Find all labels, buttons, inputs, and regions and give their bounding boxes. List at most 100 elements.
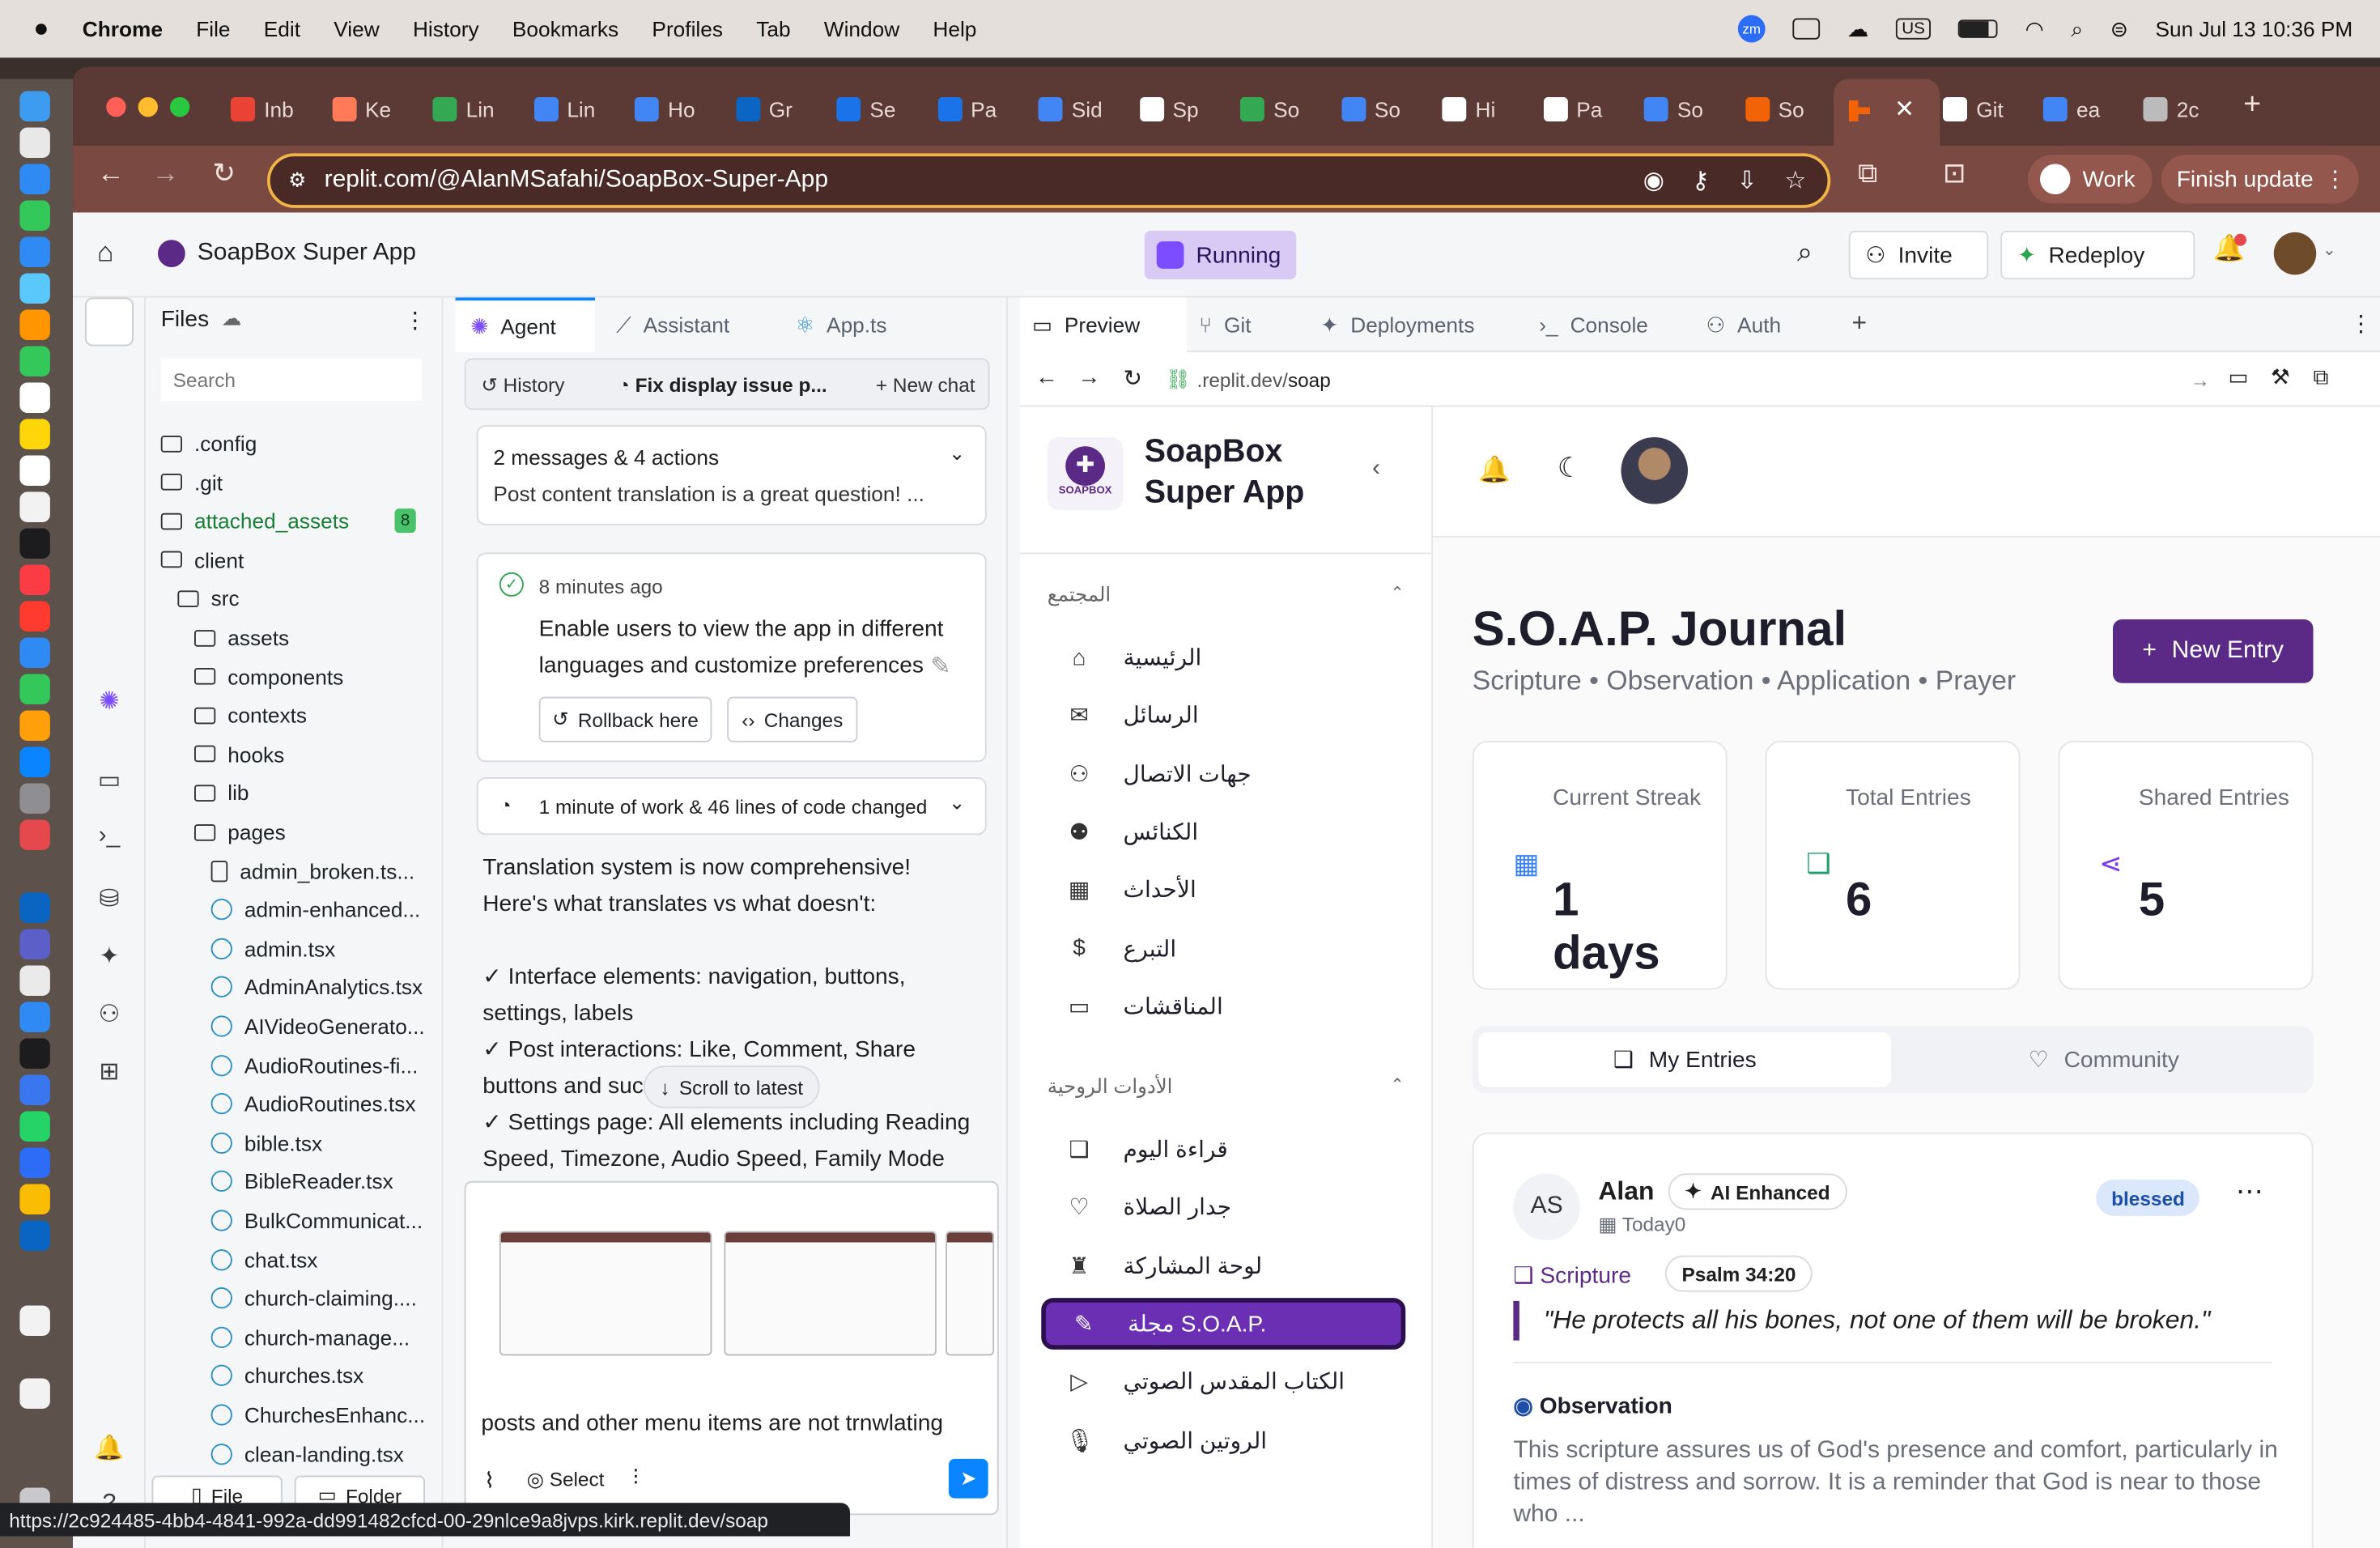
profile-button[interactable]: Work <box>2028 155 2153 204</box>
sidebar-item[interactable]: ⚉ الكنائس <box>1041 806 1405 857</box>
whatsapp-icon[interactable] <box>19 1111 50 1142</box>
menu-item-file[interactable]: File <box>196 17 230 41</box>
menu-item-help[interactable]: Help <box>933 17 976 41</box>
database-icon[interactable]: ⛁ <box>94 883 125 914</box>
collapse-sidebar-icon[interactable]: ‹ <box>1372 456 1380 483</box>
work-summary-card[interactable]: ◔ 1 minute of work & 46 lines of code ch… <box>476 777 987 836</box>
settings-icon[interactable] <box>19 783 50 814</box>
wifi-icon[interactable]: ◠ <box>2025 16 2044 42</box>
file-tree-item[interactable]: src <box>177 586 240 610</box>
browser-tab[interactable]: So <box>1239 88 1325 131</box>
chevron-down-icon[interactable]: ⌄ <box>949 442 965 466</box>
menu-item-window[interactable]: Window <box>824 17 899 41</box>
tab-auth[interactable]: ⚇ Auth <box>1694 298 1861 353</box>
history-button[interactable]: ↺ History <box>481 373 564 398</box>
sidebar-item[interactable]: ⌂ الرئيسية <box>1041 632 1405 683</box>
browser-tab[interactable]: Ke <box>331 88 417 131</box>
tab-deployments[interactable]: ✦ Deployments <box>1308 298 1527 353</box>
attached-screenshot[interactable] <box>946 1231 995 1356</box>
finish-update-button[interactable]: Finish update ⋮ <box>2161 155 2359 204</box>
browser-tab[interactable]: So <box>1643 88 1729 131</box>
zoom-icon[interactable]: zm <box>1737 15 1766 43</box>
file-tree-item[interactable]: AudioRoutines.tsx <box>210 1091 415 1116</box>
devtools-wrench-icon[interactable]: ⚒ <box>2271 364 2290 390</box>
reload-button[interactable]: ↻ <box>1124 364 1143 392</box>
sidebar-item[interactable]: ▷ الكتاب المقدس الصوتي <box>1041 1356 1405 1408</box>
bell-icon[interactable]: 🔔 <box>1478 456 1511 487</box>
file-tree-item[interactable]: components <box>194 664 343 688</box>
file-tree-item[interactable]: AIVideoGenerato... <box>210 1014 425 1039</box>
agent-icon[interactable]: ✺ <box>94 687 125 717</box>
device-view-icon[interactable]: ▭ <box>2229 364 2249 390</box>
signal-icon[interactable] <box>19 1074 50 1105</box>
menu-item-view[interactable]: View <box>334 17 379 41</box>
freeform-icon[interactable] <box>19 491 50 522</box>
file-tree-item[interactable]: client <box>160 547 244 572</box>
chrome-icon[interactable] <box>19 1184 50 1214</box>
teams-icon[interactable] <box>19 929 50 959</box>
menu-item-profiles[interactable]: Profiles <box>652 17 723 41</box>
file-tree-item[interactable]: church-manage... <box>210 1325 410 1349</box>
battery-icon[interactable] <box>1958 19 1998 38</box>
finder-icon[interactable] <box>19 91 50 121</box>
chat-title[interactable]: ◔ Fix display issue p... <box>618 373 827 396</box>
back-button[interactable]: ← <box>97 158 125 189</box>
reload-button[interactable]: ↻ <box>213 158 236 189</box>
music-icon[interactable] <box>19 564 50 595</box>
file-tree-item[interactable]: pages <box>194 820 286 844</box>
sidebar-item[interactable]: $ التبرع <box>1041 922 1405 974</box>
forward-button[interactable]: → <box>152 158 180 189</box>
address-bar[interactable]: ⚙ replit.com/@AlanMSafahi/SoapBox-Super-… <box>267 153 1831 208</box>
attached-screenshot[interactable] <box>499 1231 712 1356</box>
file-tree-item[interactable]: churches.tsx <box>210 1363 363 1388</box>
sidebar-item[interactable]: 🎙 الروتين الصوتي <box>1041 1414 1405 1466</box>
browser-tab[interactable]: Sp <box>1139 88 1224 131</box>
browser-tab[interactable]: Git <box>1943 88 2028 131</box>
tab-console[interactable]: ›_ Console <box>1527 298 1694 353</box>
project-name[interactable]: SoapBox Super App <box>198 240 416 267</box>
tab-preview[interactable]: ▭ Preview <box>1020 297 1188 352</box>
file-tree-item[interactable]: assets <box>194 626 289 650</box>
menu-item-tab[interactable]: Tab <box>756 17 790 41</box>
files-tool-button[interactable] <box>85 297 134 347</box>
search-icon[interactable]: ⌕ <box>1797 237 1813 269</box>
file-tree-item[interactable]: hooks <box>194 742 284 766</box>
chevron-down-icon[interactable]: ⌄ <box>949 791 965 815</box>
close-window-button[interactable] <box>106 97 126 117</box>
notes-icon[interactable] <box>19 419 50 449</box>
numbers-icon[interactable] <box>19 674 50 704</box>
input-source-indicator[interactable]: US <box>1895 18 1932 40</box>
tab-app-ts[interactable]: ⚛ App.ts <box>780 298 1008 353</box>
file-tree-item[interactable]: AdminAnalytics.tsx <box>210 975 423 999</box>
user-profile-avatar[interactable] <box>1621 437 1688 504</box>
site-info-icon[interactable]: ⚙ <box>288 168 306 193</box>
file-tree-item[interactable]: lib <box>194 780 249 805</box>
browser-tab[interactable]: Lin <box>432 88 517 131</box>
tab-my-entries[interactable]: ❑ My Entries <box>1478 1032 1892 1087</box>
app-icon[interactable] <box>19 819 50 850</box>
dark-mode-moon-icon[interactable]: ☾ <box>1558 453 1582 484</box>
sidebar-item[interactable]: ✎ مجلة S.O.A.P. <box>1041 1297 1406 1350</box>
location-icon[interactable]: ◉ <box>1643 165 1664 196</box>
chevron-down-icon[interactable]: ⌄ <box>2323 240 2336 260</box>
browser-tab[interactable]: Hi <box>1442 88 1527 131</box>
tab-git[interactable]: ⑂ Git <box>1187 298 1308 353</box>
reminders-icon[interactable] <box>19 455 50 486</box>
app-store-icon[interactable] <box>19 746 50 777</box>
run-status-button[interactable]: Running <box>1144 231 1297 279</box>
go-arrow-icon[interactable]: → <box>2191 368 2210 391</box>
spotlight-search-icon[interactable]: ⌕ <box>2071 16 2083 42</box>
paperclip-icon[interactable]: ⌇ <box>484 1468 495 1494</box>
select-element-button[interactable]: ◎ Select <box>527 1468 605 1492</box>
app-icon[interactable] <box>19 965 50 996</box>
apple-menu-icon[interactable]: ● <box>33 14 49 45</box>
maps-icon[interactable] <box>19 273 50 304</box>
changes-button[interactable]: ‹› Changes <box>727 696 858 742</box>
file-tree-item[interactable]: admin-enhanced... <box>210 897 420 921</box>
preview-url-field[interactable]: ⛓ .replit.dev/ soap → <box>1166 361 2210 398</box>
browser-tab[interactable]: Pa <box>1542 88 1628 131</box>
bookmark-star-icon[interactable]: ☆ <box>1784 165 1806 196</box>
app-icon[interactable] <box>19 127 50 158</box>
file-tree-item[interactable]: admin.tsx <box>210 936 335 960</box>
sidebar-item[interactable]: ⚇ جهات الاتصال <box>1041 748 1405 800</box>
